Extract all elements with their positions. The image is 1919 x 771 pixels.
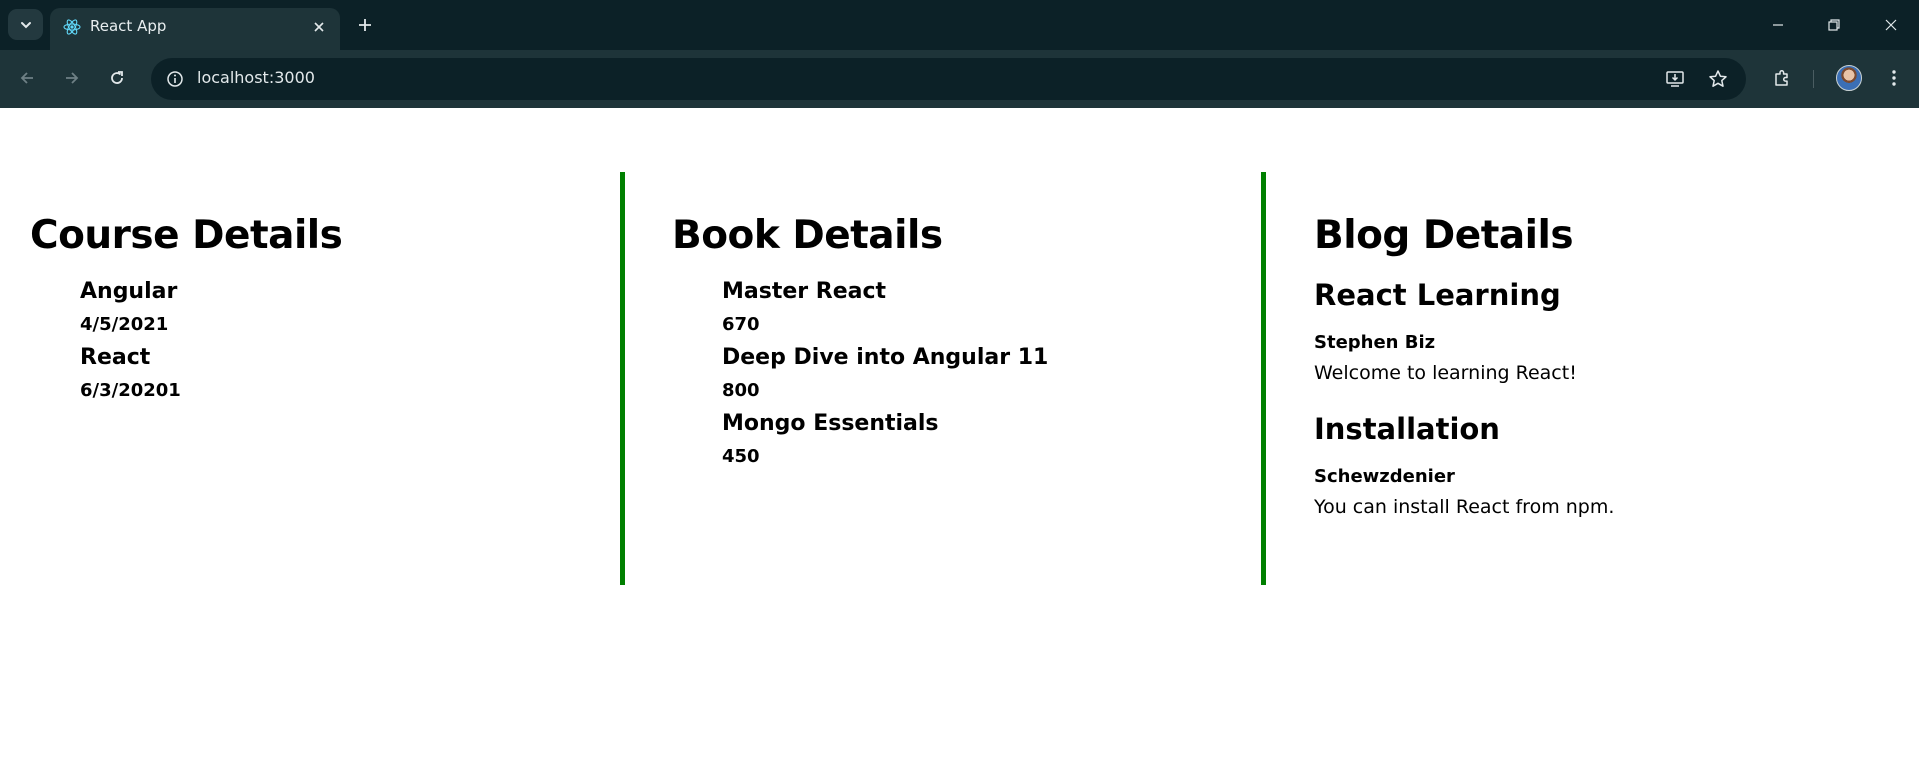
blog-details-section: Blog Details React Learning Stephen Biz …: [1261, 172, 1901, 585]
new-tab-button[interactable]: [352, 12, 378, 38]
puzzle-icon: [1775, 69, 1788, 86]
list-item: React 6/3/20201: [80, 347, 620, 400]
bookmark-button[interactable]: [1703, 64, 1733, 94]
minimize-button[interactable]: [1761, 10, 1795, 40]
profile-avatar[interactable]: [1836, 65, 1862, 91]
list-item: Mongo Essentials 450: [722, 413, 1262, 466]
book-details-section: Book Details Master React 670 Deep Dive …: [620, 172, 1262, 585]
list-item: Master React 670: [722, 281, 1262, 334]
course-date: 4/5/2021: [80, 314, 169, 335]
close-icon: [1885, 19, 1897, 31]
install-app-icon: [1666, 71, 1684, 87]
tab-search-button[interactable]: [8, 9, 43, 40]
tab-strip: React App: [0, 0, 1919, 50]
close-window-button[interactable]: [1874, 10, 1908, 40]
browser-toolbar: localhost:3000: [0, 50, 1919, 108]
browser-tab[interactable]: React App: [50, 8, 340, 50]
blog-post-title: React Learning: [1314, 278, 1561, 312]
list-item: Deep Dive into Angular 11 800: [722, 347, 1262, 400]
close-icon: [314, 22, 324, 32]
book-details-heading: Book Details: [672, 213, 943, 258]
book-price: 670: [722, 314, 760, 335]
course-name: Angular: [80, 279, 178, 304]
book-price: 450: [722, 446, 760, 467]
react-logo-icon: [63, 19, 81, 35]
kebab-menu-icon: [1892, 70, 1896, 86]
browser-menu-button[interactable]: [1877, 61, 1911, 95]
book-list: Master React 670 Deep Dive into Angular …: [672, 281, 1262, 466]
info-icon: [167, 71, 183, 87]
reload-button[interactable]: [100, 61, 134, 95]
forward-button[interactable]: [55, 61, 89, 95]
blog-post-title: Installation: [1314, 412, 1500, 446]
blog-post-author: Schewzdenier: [1314, 466, 1455, 487]
course-name: React: [80, 345, 151, 370]
back-button[interactable]: [10, 61, 44, 95]
blog-post: Installation Schewzdenier You can instal…: [1314, 415, 1901, 517]
blog-post-author: Stephen Biz: [1314, 332, 1436, 353]
course-details-heading: Course Details: [30, 213, 343, 258]
list-item: Angular 4/5/2021: [80, 281, 620, 334]
reload-icon: [111, 71, 123, 84]
book-name: Mongo Essentials: [722, 411, 939, 436]
plus-icon: [359, 19, 371, 31]
book-name: Master React: [722, 279, 887, 304]
arrow-right-icon: [66, 72, 79, 84]
restore-button[interactable]: [1817, 10, 1851, 40]
extensions-button[interactable]: [1765, 61, 1799, 95]
url-text: localhost:3000: [197, 68, 315, 87]
install-app-button[interactable]: [1660, 64, 1690, 94]
chevron-down-icon: [20, 21, 31, 28]
page-content: Course Details Angular 4/5/2021 React 6/…: [0, 108, 1919, 771]
tab-title: React App: [90, 17, 167, 35]
arrow-left-icon: [20, 72, 33, 84]
course-list: Angular 4/5/2021 React 6/3/20201: [30, 281, 620, 400]
blog-post: React Learning Stephen Biz Welcome to le…: [1314, 281, 1901, 383]
blog-post-text: You can install React from npm.: [1314, 496, 1615, 518]
blog-details-heading: Blog Details: [1314, 213, 1574, 258]
toolbar-divider: [1813, 70, 1814, 88]
tab-close-button[interactable]: [308, 16, 330, 38]
book-price: 800: [722, 380, 760, 401]
course-details-section: Course Details Angular 4/5/2021 React 6/…: [0, 172, 620, 585]
blog-post-text: Welcome to learning React!: [1314, 362, 1577, 384]
course-date: 6/3/20201: [80, 380, 181, 401]
restore-icon: [1828, 19, 1840, 31]
minimize-icon: [1773, 24, 1783, 26]
star-icon: [1709, 70, 1727, 87]
site-info-button[interactable]: [160, 64, 190, 94]
address-bar[interactable]: localhost:3000: [151, 58, 1746, 100]
book-name: Deep Dive into Angular 11: [722, 345, 1049, 370]
